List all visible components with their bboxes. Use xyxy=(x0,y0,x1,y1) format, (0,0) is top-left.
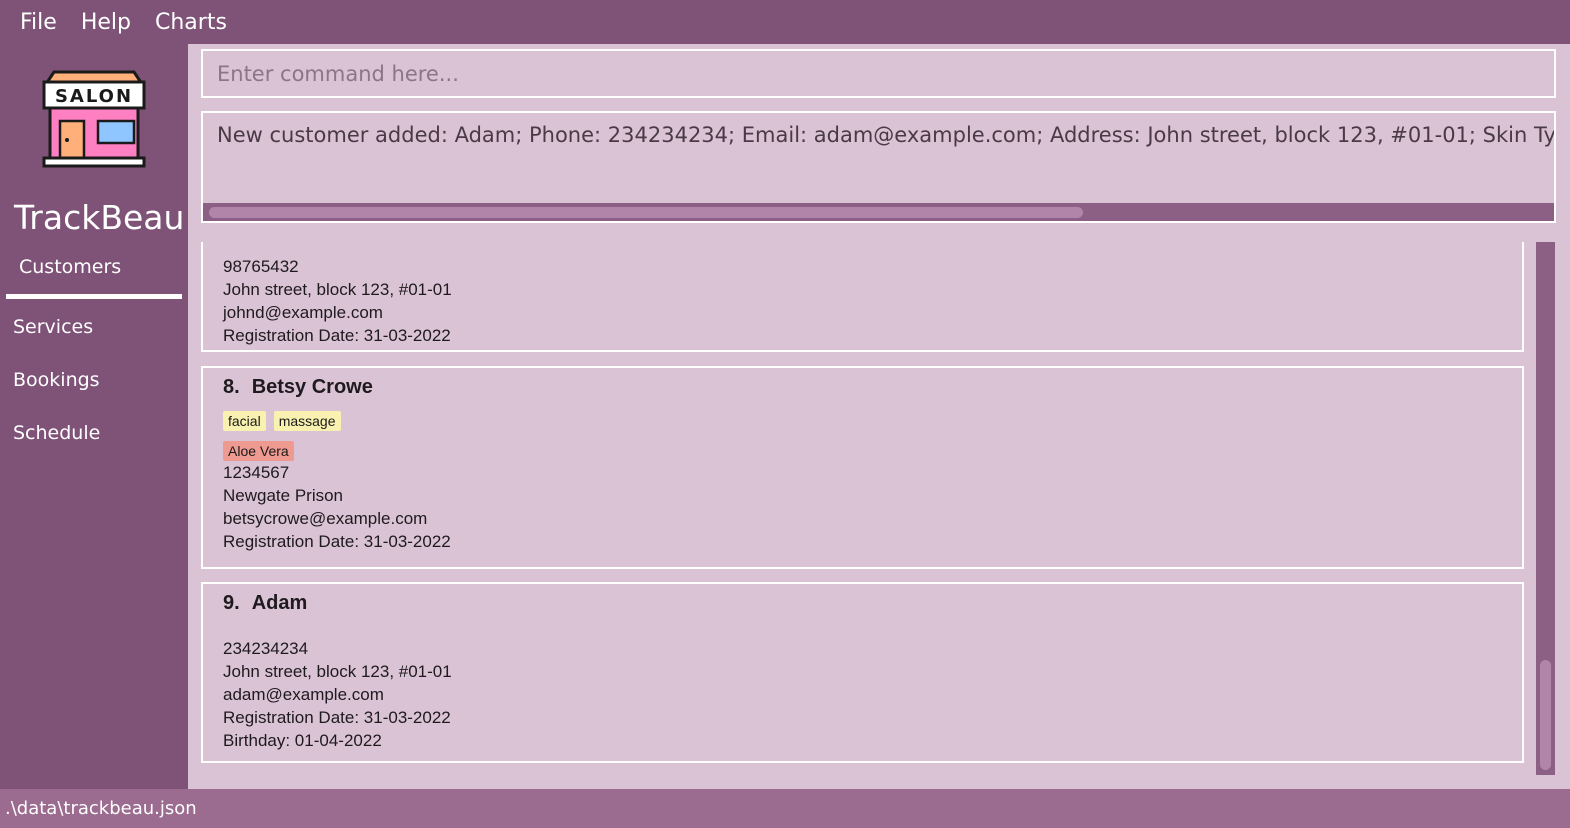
customer-email: adam@example.com xyxy=(223,685,384,704)
logo-text: SALON xyxy=(55,86,133,107)
list-scroll-thumb[interactable] xyxy=(1540,660,1551,770)
customer-list: 98765432 John street, block 123, #01-01 … xyxy=(201,242,1524,777)
customer-name: Betsy Crowe xyxy=(251,376,373,398)
customer-phone: 234234234 xyxy=(223,639,309,658)
customer-card[interactable]: 9. Adam 234234234 John street, block 123,… xyxy=(201,582,1524,763)
result-scroll-thumb[interactable] xyxy=(209,207,1083,218)
status-bar: .\data\trackbeau.json xyxy=(0,789,1570,828)
customer-registration: Registration Date: 31-03-2022 xyxy=(223,708,451,727)
nav-customers[interactable]: Customers xyxy=(19,256,121,278)
customer-address: John street, block 123, #01-01 xyxy=(223,662,452,681)
customer-phone: 98765432 xyxy=(223,257,299,276)
sidebar: SALON TrackBeau Customers Services Booki… xyxy=(0,44,188,789)
salon-logo-icon: SALON xyxy=(40,66,148,170)
list-vertical-scrollbar[interactable] xyxy=(1536,242,1555,775)
nav-active-indicator xyxy=(6,294,182,299)
menu-bar: File Help Charts xyxy=(0,0,1570,44)
customer-index: 8. xyxy=(223,376,240,398)
main-panel: New customer added: Adam; Phone: 2342342… xyxy=(188,44,1570,789)
result-horizontal-scrollbar[interactable] xyxy=(203,203,1554,221)
command-input[interactable] xyxy=(201,49,1556,98)
menu-file[interactable]: File xyxy=(8,10,69,35)
result-display: New customer added: Adam; Phone: 2342342… xyxy=(201,111,1556,223)
service-tags: facial massage xyxy=(223,411,1522,431)
tag: facial xyxy=(223,411,266,431)
customer-email: betsycrowe@example.com xyxy=(223,509,428,528)
menu-charts[interactable]: Charts xyxy=(143,10,239,35)
nav-bookings[interactable]: Bookings xyxy=(13,369,100,391)
customer-title: 9. Adam xyxy=(223,592,1522,615)
customer-address: Newgate Prison xyxy=(223,486,344,505)
result-text: New customer added: Adam; Phone: 2342342… xyxy=(217,123,1556,147)
customer-email: johnd@example.com xyxy=(223,303,383,322)
nav-schedule[interactable]: Schedule xyxy=(13,422,100,444)
customer-address: John street, block 123, #01-01 xyxy=(223,280,452,299)
customer-phone: 1234567 xyxy=(223,463,290,482)
customer-title: 8. Betsy Crowe xyxy=(223,376,1522,399)
allergy-tag: Aloe Vera xyxy=(223,441,294,461)
allergy-tags: Aloe Vera xyxy=(223,441,1522,461)
menu-help[interactable]: Help xyxy=(69,10,143,35)
customer-registration: Registration Date: 31-03-2022 xyxy=(223,326,451,345)
tag: massage xyxy=(273,411,341,431)
app-title: TrackBeau xyxy=(14,198,185,237)
nav-services[interactable]: Services xyxy=(13,316,93,338)
customer-birthday: Birthday: 01-04-2022 xyxy=(223,731,382,750)
data-file-path: .\data\trackbeau.json xyxy=(5,798,197,819)
customer-registration: Registration Date: 31-03-2022 xyxy=(223,532,451,551)
customer-card[interactable]: 98765432 John street, block 123, #01-01 … xyxy=(201,242,1524,352)
customer-name: Adam xyxy=(251,592,308,614)
customer-card[interactable]: 8. Betsy Crowe facial massage Aloe Vera 1… xyxy=(201,366,1524,569)
customer-index: 9. xyxy=(223,592,240,614)
